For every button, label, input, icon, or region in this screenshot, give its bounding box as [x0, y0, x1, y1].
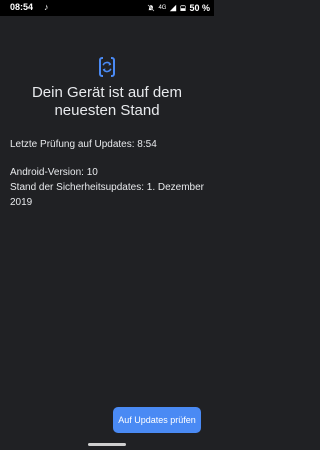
signal-icon	[170, 4, 177, 12]
status-icons: 4G 50 %	[147, 2, 210, 14]
battery-percent: 50 %	[189, 3, 210, 13]
status-time: 08:54	[10, 2, 34, 12]
network-type: 4G	[158, 5, 167, 11]
android-version-text: Android-Version: 10	[10, 167, 98, 178]
page-title: Dein Gerät ist auf dem neuesten Stand	[31, 84, 183, 119]
security-patch-text: Stand der Sicherheitsupdates: 1. Dezembe…	[10, 182, 204, 208]
music-note-icon: ♪	[44, 2, 49, 12]
gesture-nav-handle[interactable]	[88, 443, 126, 446]
mute-icon	[147, 4, 155, 12]
battery-icon	[180, 5, 187, 11]
last-check-text: Letzte Prüfung auf Updates: 8:54	[10, 139, 157, 150]
check-updates-button[interactable]: Auf Updates prüfen	[113, 407, 201, 433]
status-bar: 08:54 ♪ 4G 50 %	[0, 0, 214, 16]
system-update-icon	[99, 57, 115, 77]
